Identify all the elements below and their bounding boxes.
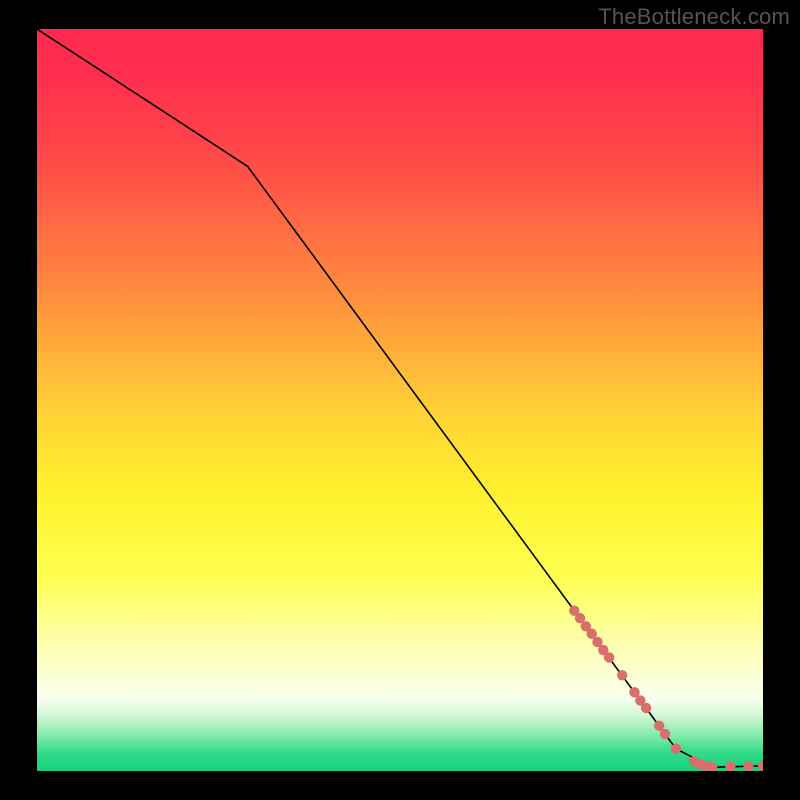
highlight-dot xyxy=(617,670,627,680)
chart-svg xyxy=(37,29,763,771)
chart-stage: TheBottleneck.com xyxy=(0,0,800,800)
highlight-dot xyxy=(641,703,651,713)
gradient-background xyxy=(37,29,763,771)
highlight-dot xyxy=(743,761,753,771)
highlight-dot xyxy=(671,744,681,754)
plot-area xyxy=(37,29,763,771)
watermark-text: TheBottleneck.com xyxy=(598,4,790,30)
highlight-dot xyxy=(660,729,670,739)
highlight-dot xyxy=(604,652,614,662)
